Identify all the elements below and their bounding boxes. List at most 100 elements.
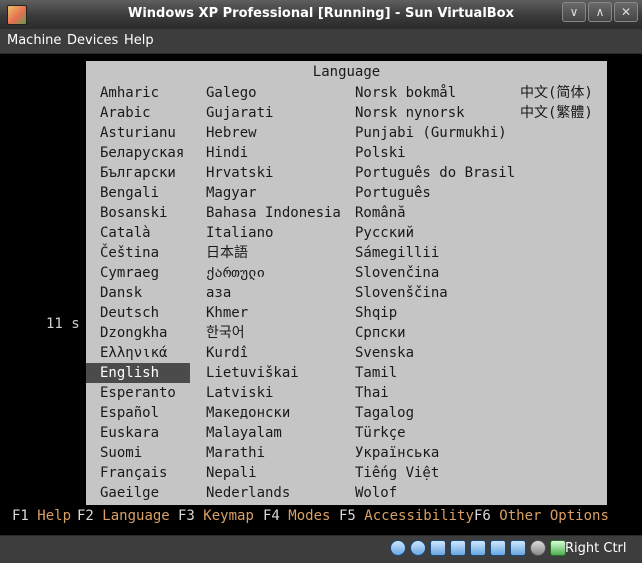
fkey-help[interactable]: F1 Help: [12, 506, 71, 526]
language-option[interactable]: Español: [86, 403, 190, 423]
guest-display[interactable]: Language Amharic Arabic Asturianu Беларуска…: [1, 54, 641, 534]
fkey-accessibility[interactable]: F5 Accessibility: [339, 506, 474, 526]
mouse-integration-icon[interactable]: [530, 540, 546, 556]
language-option[interactable]: Hindi: [192, 143, 339, 163]
close-button[interactable]: ✕: [614, 2, 638, 22]
language-option[interactable]: Hrvatski: [192, 163, 339, 183]
fkey-modes[interactable]: F4 Modes: [263, 506, 330, 526]
menu-devices[interactable]: Devices: [67, 33, 118, 48]
language-option[interactable]: аза: [192, 283, 339, 303]
language-option[interactable]: Arabic: [86, 103, 190, 123]
fkey-other-options[interactable]: F6 Other Options: [474, 506, 609, 526]
language-option[interactable]: Slovenščina: [341, 283, 506, 303]
usb-icon[interactable]: [450, 540, 466, 556]
language-option[interactable]: Cymraeg: [86, 263, 190, 283]
language-option[interactable]: 中文(简体): [508, 83, 607, 103]
language-option[interactable]: Latviski: [192, 383, 339, 403]
language-option[interactable]: Українська: [341, 443, 506, 463]
language-option[interactable]: Gaeilge: [86, 483, 190, 503]
language-option[interactable]: Thai: [341, 383, 506, 403]
language-option[interactable]: Gujarati: [192, 103, 339, 123]
language-option[interactable]: Amharic: [86, 83, 190, 103]
maximize-button[interactable]: ∧: [588, 2, 612, 22]
menu-machine[interactable]: Machine: [7, 33, 61, 48]
language-option[interactable]: Suomi: [86, 443, 190, 463]
language-option[interactable]: Bosanski: [86, 203, 190, 223]
language-option[interactable]: Norsk bokmål: [341, 83, 506, 103]
language-option[interactable]: Hebrew: [192, 123, 339, 143]
language-option[interactable]: Marathi: [192, 443, 339, 463]
language-option[interactable]: ქართული: [192, 263, 339, 283]
language-option[interactable]: Esperanto: [86, 383, 190, 403]
language-option[interactable]: Polski: [341, 143, 506, 163]
language-option[interactable]: Lietuviškai: [192, 363, 339, 383]
shared-folder-icon[interactable]: [470, 540, 486, 556]
boot-countdown: 11 s: [46, 316, 80, 332]
language-option[interactable]: Italiano: [192, 223, 339, 243]
language-option[interactable]: Bahasa Indonesia: [192, 203, 341, 223]
language-option[interactable]: Türkçe: [341, 423, 506, 443]
fkey-key: F1: [12, 508, 29, 524]
language-option[interactable]: Tiếng Việt: [341, 463, 506, 483]
language-option[interactable]: Català: [86, 223, 190, 243]
language-option[interactable]: Română: [341, 203, 506, 223]
vrdp-icon[interactable]: [510, 540, 526, 556]
language-option[interactable]: Sámegillii: [341, 243, 506, 263]
network-icon[interactable]: [490, 540, 506, 556]
language-option[interactable]: Български: [86, 163, 190, 183]
language-option[interactable]: Беларуская: [86, 143, 190, 163]
fkey-label: Language: [102, 508, 170, 524]
language-option[interactable]: Deutsch: [86, 303, 190, 323]
window-controls: ∨ ∧ ✕: [562, 2, 638, 22]
language-option[interactable]: Dzongkha: [86, 323, 190, 343]
menu-help[interactable]: Help: [124, 33, 154, 48]
language-option[interactable]: Bengali: [86, 183, 190, 203]
language-menu: Language Amharic Arabic Asturianu Беларуска…: [86, 61, 607, 505]
language-option[interactable]: Wolof: [341, 483, 506, 503]
language-option[interactable]: Slovenčina: [341, 263, 506, 283]
language-option[interactable]: Euskara: [86, 423, 190, 443]
language-option[interactable]: Malayalam: [192, 423, 339, 443]
language-option[interactable]: Македонски: [192, 403, 339, 423]
language-option[interactable]: Português do Brasil: [341, 163, 515, 183]
language-option[interactable]: Shqip: [341, 303, 506, 323]
language-option[interactable]: Magyar: [192, 183, 339, 203]
language-menu-title: Language: [312, 64, 381, 80]
menu-bar: Machine Devices Help: [0, 29, 642, 54]
language-option[interactable]: Tamil: [341, 363, 506, 383]
cd-icon[interactable]: [410, 540, 426, 556]
fkey-key: F3: [178, 508, 195, 524]
host-key-icon[interactable]: [550, 540, 566, 556]
language-option[interactable]: 한국어: [192, 323, 339, 343]
language-option[interactable]: Dansk: [86, 283, 190, 303]
language-option[interactable]: Русский: [341, 223, 506, 243]
language-option-selected[interactable]: English: [86, 363, 190, 383]
language-option[interactable]: Norsk nynorsk: [341, 103, 506, 123]
language-option[interactable]: Svenska: [341, 343, 506, 363]
language-option[interactable]: Nepali: [192, 463, 339, 483]
language-option[interactable]: Khmer: [192, 303, 339, 323]
language-option[interactable]: Kurdî: [192, 343, 339, 363]
language-option[interactable]: 日本語: [192, 243, 339, 263]
fkey-label: Accessibility: [364, 508, 474, 524]
fkey-language[interactable]: F2 Language: [77, 506, 170, 526]
language-option[interactable]: Tagalog: [341, 403, 506, 423]
fkey-key: F5: [339, 508, 356, 524]
fkey-keymap[interactable]: F3 Keymap: [178, 506, 254, 526]
language-option[interactable]: Punjabi (Gurmukhi): [341, 123, 507, 143]
language-option[interactable]: Čeština: [86, 243, 190, 263]
language-option[interactable]: Português: [341, 183, 506, 203]
language-option[interactable]: Asturianu: [86, 123, 190, 143]
title-bar: Windows XP Professional [Running] - Sun …: [0, 0, 642, 29]
minimize-button[interactable]: ∨: [562, 2, 586, 22]
language-option[interactable]: Ελληνικά: [86, 343, 190, 363]
fkey-key: F4: [263, 508, 280, 524]
floppy-icon[interactable]: [430, 540, 446, 556]
language-option[interactable]: Nederlands: [192, 483, 339, 503]
language-option[interactable]: Galego: [192, 83, 339, 103]
language-option[interactable]: 中文(繁體): [508, 103, 607, 123]
hard-disk-icon[interactable]: [390, 540, 406, 556]
fkey-key: F6: [474, 508, 491, 524]
language-option[interactable]: Српски: [341, 323, 506, 343]
language-option[interactable]: Français: [86, 463, 190, 483]
